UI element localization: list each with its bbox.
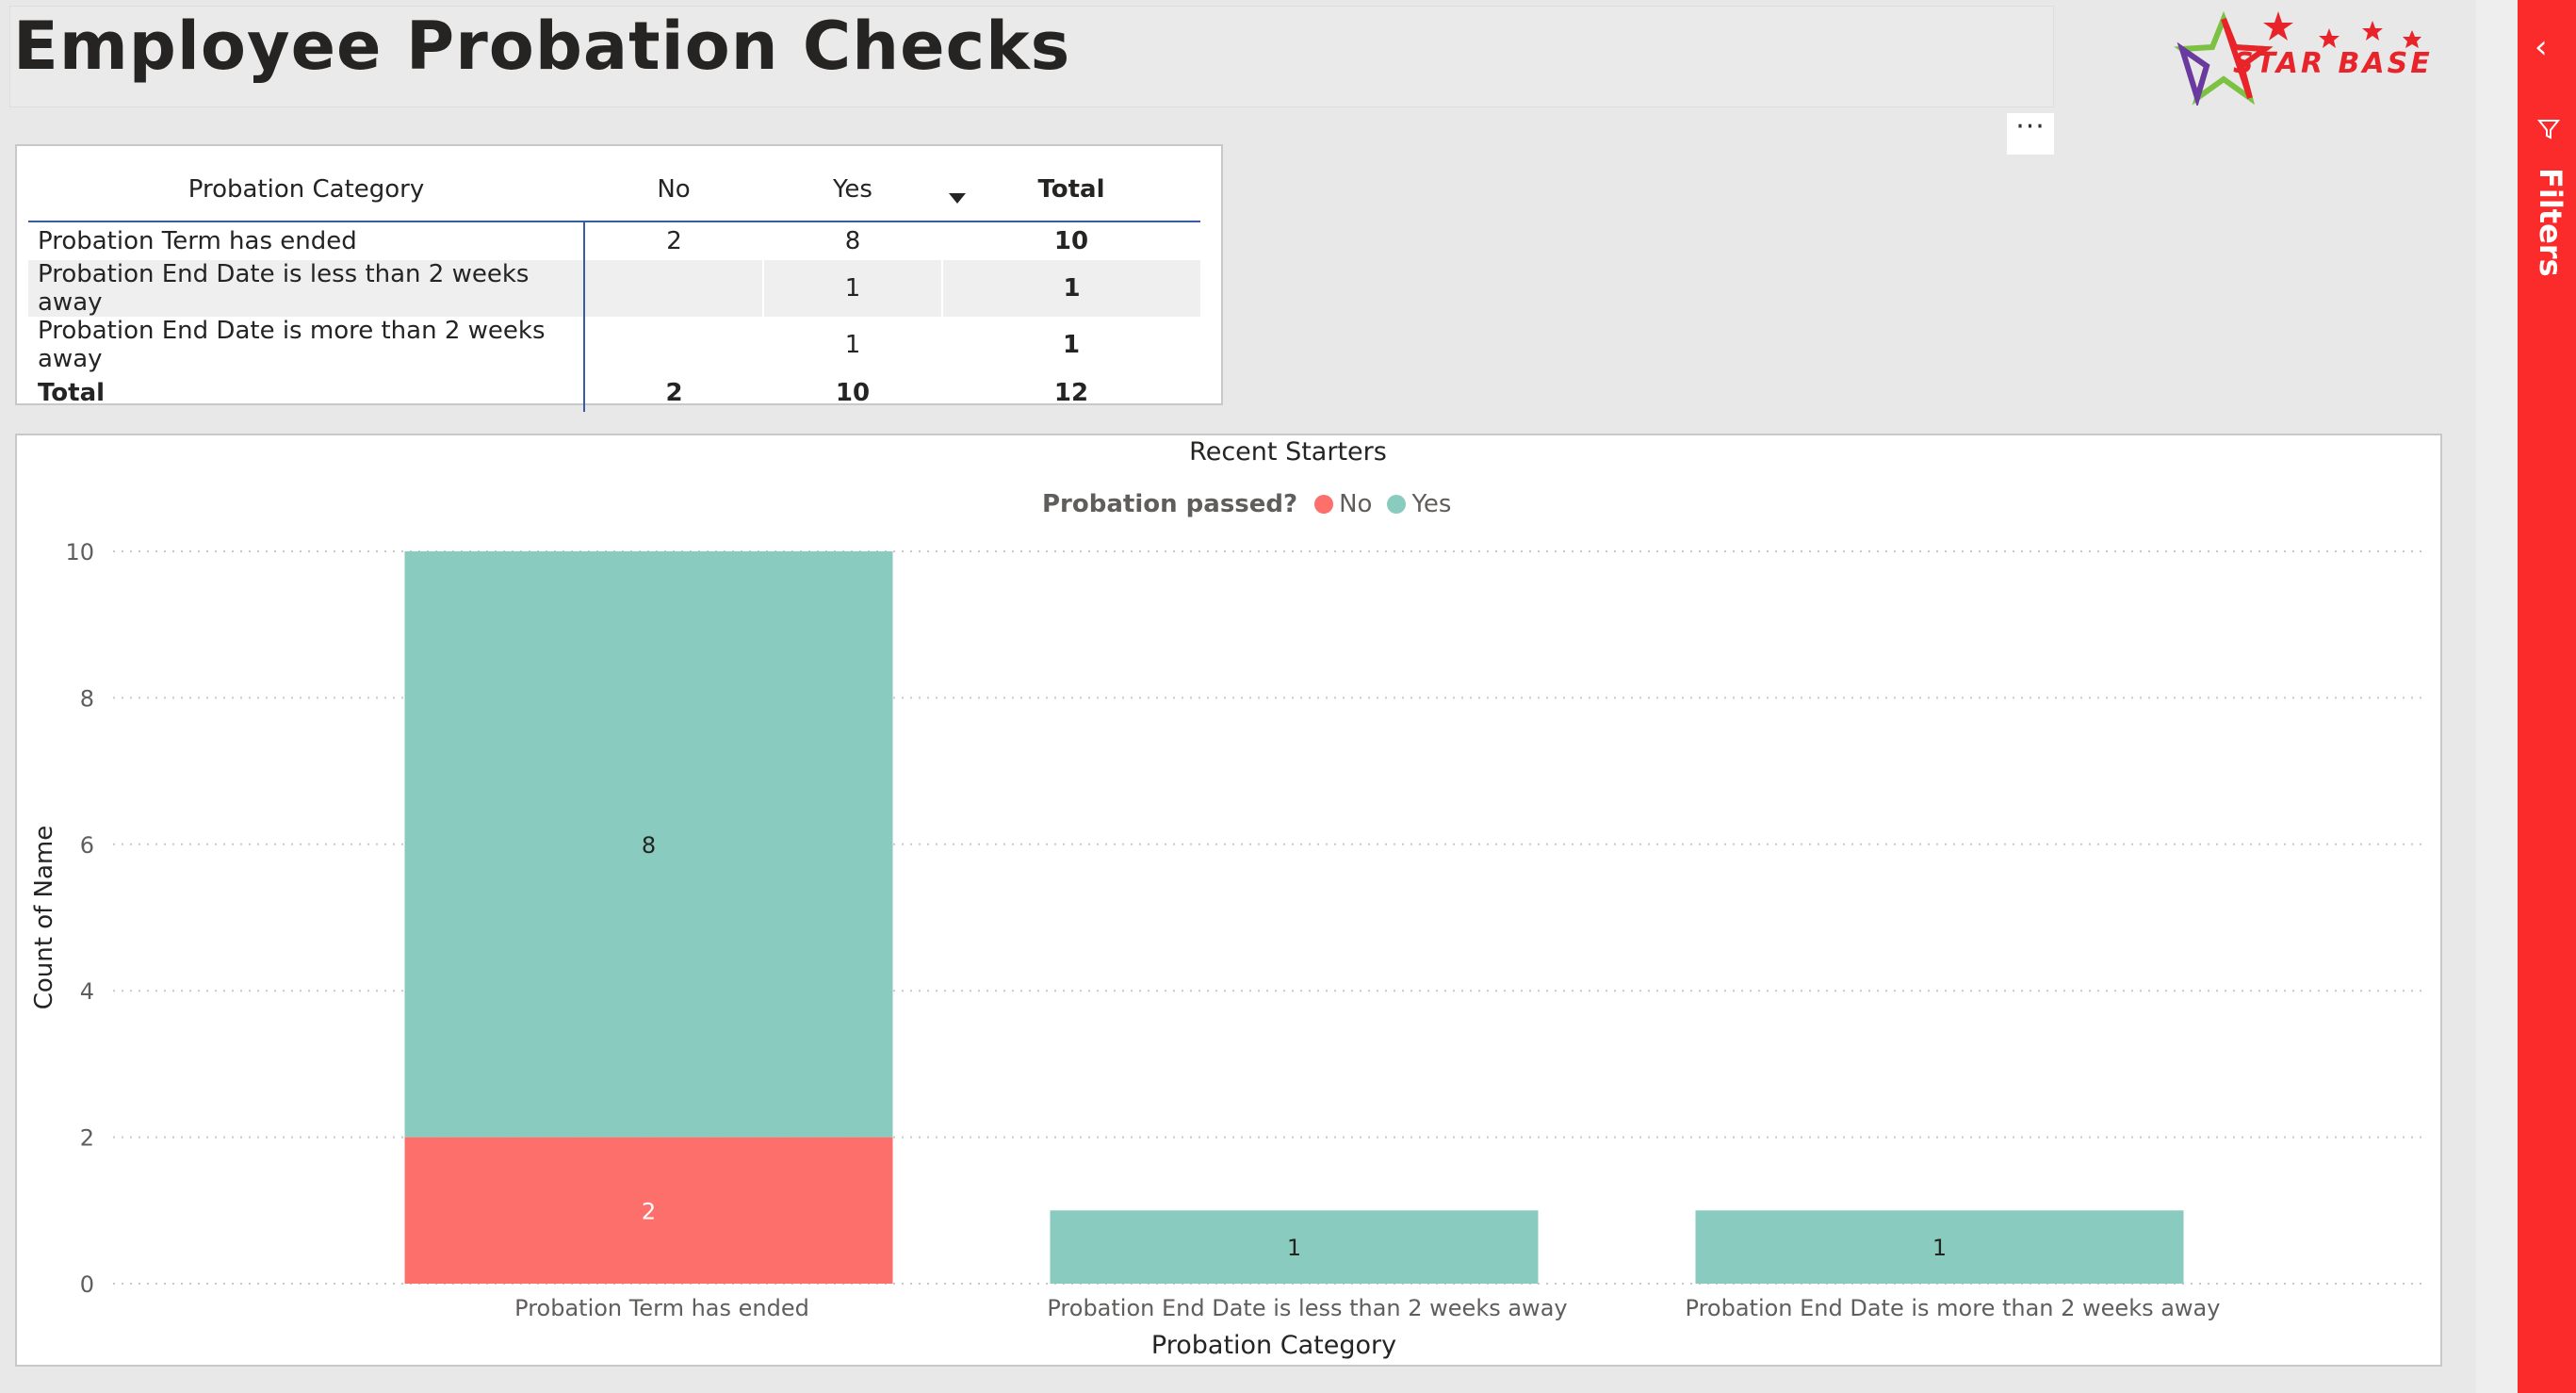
x-tick-label: Probation End Date is less than 2 weeks …: [1047, 1295, 1567, 1321]
x-tick-label: Probation Term has ended: [514, 1295, 809, 1321]
filters-pane-label[interactable]: Filters: [2533, 168, 2568, 277]
x-tick-label: Probation End Date is more than 2 weeks …: [1686, 1295, 2221, 1321]
y-tick-label: 2: [80, 1125, 94, 1152]
y-tick-label: 4: [80, 978, 94, 1005]
chevron-left-icon[interactable]: ‹: [2535, 28, 2548, 66]
funnel-icon: [2536, 120, 2561, 139]
y-tick-label: 0: [80, 1271, 94, 1298]
pane-divider: [2476, 0, 2518, 1393]
x-axis-title: Probation Category: [1151, 1331, 1396, 1360]
y-tick-label: 6: [80, 832, 94, 859]
recent-starters-chart: 0 2 4 6 8 10 Count of Name 2 8 Probation Term has…: [30, 539, 2427, 1360]
data-label: 1: [1287, 1235, 1301, 1261]
data-label: 2: [642, 1198, 656, 1224]
data-label: 8: [642, 832, 656, 859]
data-label: 1: [1932, 1235, 1947, 1261]
y-tick-label: 8: [80, 685, 94, 712]
y-tick-label: 10: [65, 539, 94, 565]
y-axis-title: Count of Name: [30, 826, 58, 1010]
